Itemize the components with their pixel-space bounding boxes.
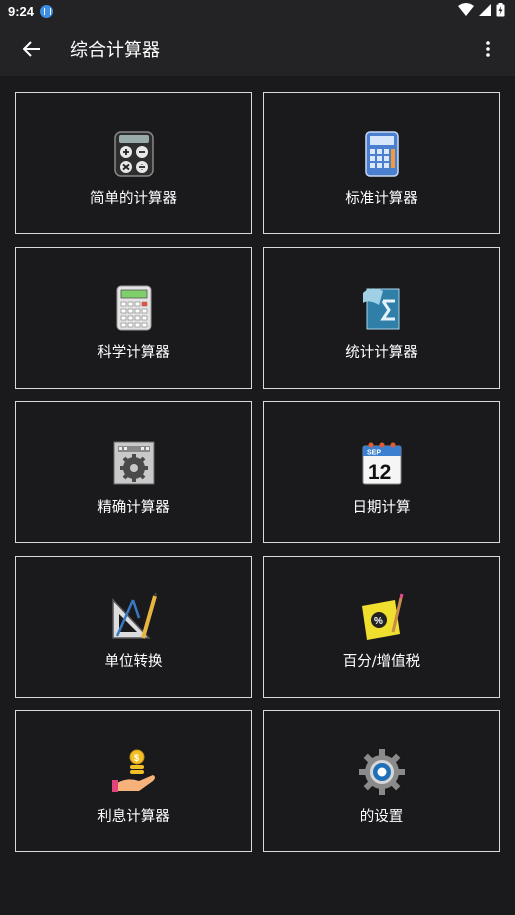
app-bar: 综合计算器 bbox=[0, 22, 515, 76]
scientific-calculator-icon bbox=[116, 285, 151, 331]
tile-percent-vat[interactable]: % 百分/增值税 bbox=[263, 555, 500, 698]
calendar-month: SEP bbox=[367, 449, 381, 456]
status-icons bbox=[458, 3, 505, 17]
overflow-menu-button[interactable] bbox=[473, 34, 503, 64]
status-time: 9:24 bbox=[8, 3, 35, 19]
tile-label: 单位转换 bbox=[104, 654, 163, 670]
tile-standard-calculator[interactable]: 标准计算器 bbox=[263, 92, 500, 234]
simple-calculator-icon bbox=[113, 130, 154, 177]
tile-label: 的设置 bbox=[359, 808, 404, 825]
signal-icon bbox=[479, 4, 491, 16]
calendar-icon: SEP 12 bbox=[362, 442, 401, 484]
tile-label: 日期计算 bbox=[352, 499, 411, 516]
settings-gear-icon bbox=[358, 748, 405, 795]
percent-icon: % bbox=[361, 593, 403, 640]
tile-date-calculation[interactable]: SEP 12 日期计算 bbox=[263, 401, 500, 543]
tile-label: 百分/增值税 bbox=[342, 654, 421, 670]
back-button[interactable] bbox=[8, 25, 56, 73]
tile-unit-conversion[interactable]: 单位转换 bbox=[15, 555, 252, 698]
page-title: 综合计算器 bbox=[70, 40, 160, 61]
tile-scientific-calculator[interactable]: 科学计算器 bbox=[15, 246, 252, 389]
statistics-calculator-icon bbox=[362, 288, 399, 330]
calendar-day: 12 bbox=[368, 461, 391, 484]
tile-statistics-calculator[interactable]: 统计计算器 bbox=[263, 246, 500, 389]
precision-calculator-icon bbox=[113, 441, 154, 484]
tile-label: 标准计算器 bbox=[345, 190, 418, 207]
status-bar: 9:24 bbox=[0, 0, 515, 22]
tile-label: 统计计算器 bbox=[345, 345, 418, 361]
tile-label: 简单的计算器 bbox=[90, 190, 177, 207]
tile-label: 科学计算器 bbox=[97, 345, 170, 361]
unit-conversion-icon bbox=[111, 592, 157, 639]
notification-icon bbox=[40, 4, 54, 18]
tile-precision-calculator[interactable]: 精确计算器 bbox=[15, 401, 252, 543]
calculator-grid: 简单的计算器 标准计算器 科学计算器 统计计算器 精确计算器 SEP 12 日期… bbox=[15, 92, 500, 852]
arrow-back-icon bbox=[23, 41, 40, 57]
interest-coins-icon: $ bbox=[111, 749, 155, 792]
tile-settings[interactable]: 的设置 bbox=[263, 710, 500, 852]
battery-icon bbox=[496, 3, 505, 17]
tile-label: 精确计算器 bbox=[97, 499, 170, 516]
wifi-icon bbox=[458, 3, 474, 16]
tile-interest-calculator[interactable]: $ 利息计算器 bbox=[15, 710, 252, 852]
tile-simple-calculator[interactable]: 简单的计算器 bbox=[15, 92, 252, 234]
standard-calculator-icon bbox=[364, 130, 399, 177]
tile-label: 利息计算器 bbox=[97, 808, 170, 825]
more-vert-icon bbox=[486, 41, 490, 57]
coin-symbol: $ bbox=[134, 753, 139, 763]
percent-symbol: % bbox=[374, 616, 383, 627]
